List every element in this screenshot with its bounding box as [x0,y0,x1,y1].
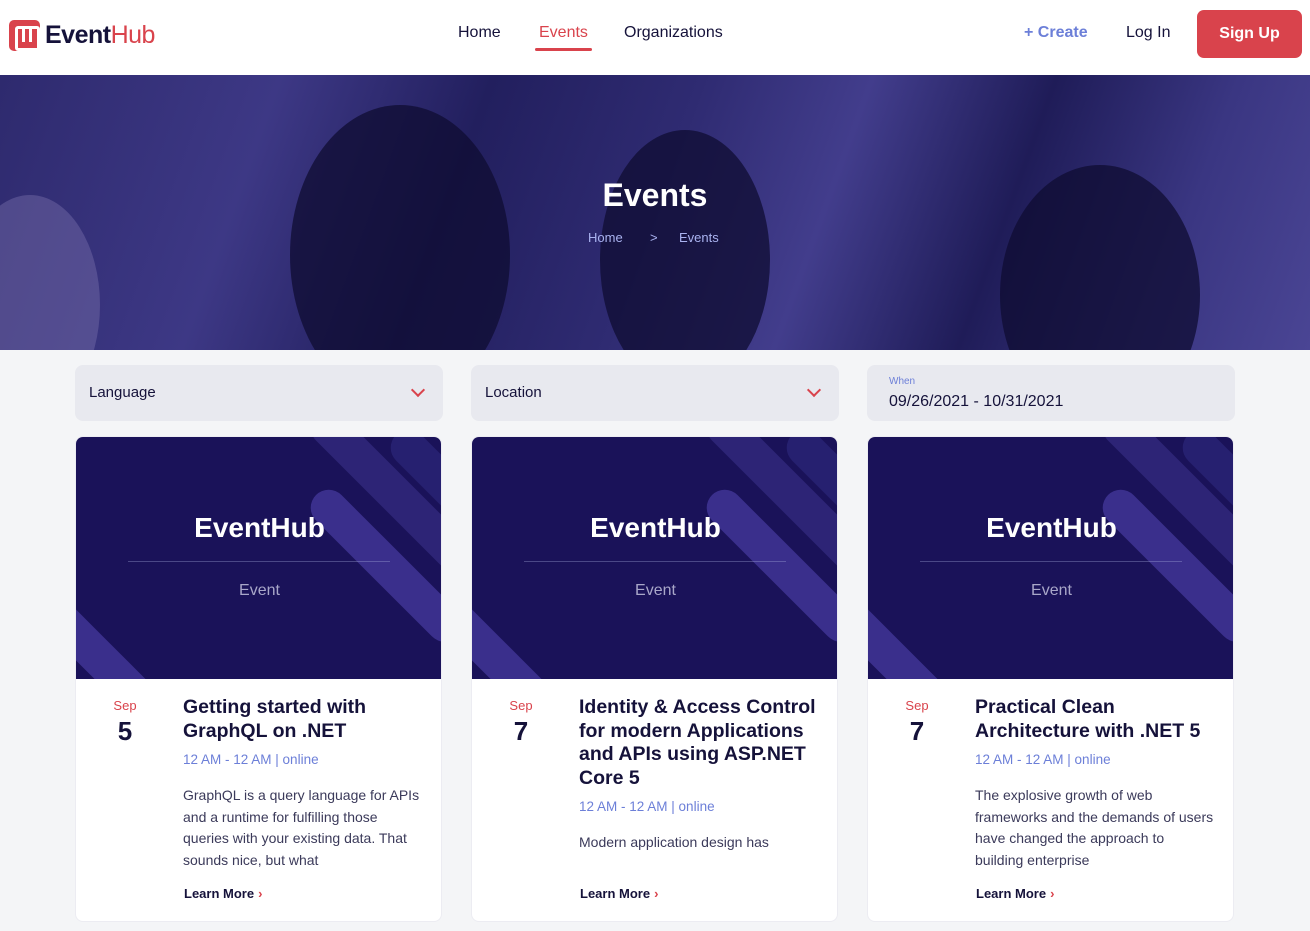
date-range-label: When [889,376,916,387]
logo-mark-icon [9,20,40,51]
date-range-picker[interactable]: When 09/26/2021 - 10/31/2021 [867,365,1235,421]
language-select[interactable]: Language [75,365,443,421]
event-banner-subtitle: Event [239,582,280,599]
event-time-location: 12 AM - 12 AM | online [975,752,1111,767]
breadcrumb-home[interactable]: Home [588,230,623,245]
event-day: 7 [513,716,529,746]
date-range-value: 09/26/2021 - 10/31/2021 [889,393,1064,410]
nav-home[interactable]: Home [458,24,501,42]
breadcrumb-current: Events [679,230,719,245]
divider [524,561,786,562]
event-month: Sep [905,698,929,713]
logo[interactable]: EventHub [9,20,155,51]
hero-silhouette [290,105,510,350]
event-banner-image: EventHub Event [472,437,837,679]
create-link[interactable]: + Create [1024,24,1088,42]
event-card[interactable]: EventHub Event Sep 7 Practical Clean Arc… [867,436,1234,922]
event-title[interactable]: Identity & Access Control for modern App… [579,696,824,790]
event-banner-title: EventHub [986,512,1117,543]
nav-events[interactable]: Events [535,24,592,51]
breadcrumb-separator: > [650,230,658,245]
page-title: Events [602,177,708,213]
event-title[interactable]: Practical Clean Architecture with .NET 5 [975,696,1220,743]
event-card[interactable]: EventHub Event Sep 5 Getting started wit… [75,436,442,922]
divider [920,561,1182,562]
divider [128,561,390,562]
logo-text: EventHub [45,21,155,49]
hero-banner: Events Home > Events [0,75,1310,350]
event-banner-subtitle: Event [1031,582,1072,599]
chevron-right-icon: › [654,886,659,901]
learn-more-link[interactable]: Learn More › [184,886,262,901]
event-banner-title: EventHub [194,512,325,543]
event-card[interactable]: EventHub Event Sep 7 Identity & Access C… [471,436,838,922]
hero-silhouette [0,195,100,350]
location-select-label: Location [485,384,542,401]
event-time-location: 12 AM - 12 AM | online [183,752,319,767]
chevron-right-icon: › [1050,886,1055,901]
event-title[interactable]: Getting started with GraphQL on .NET [183,696,428,743]
learn-more-link[interactable]: Learn More › [976,886,1054,901]
learn-more-link[interactable]: Learn More › [580,886,658,901]
nav-organizations[interactable]: Organizations [624,24,723,42]
event-banner-subtitle: Event [635,582,676,599]
top-navbar: EventHub Home Events Organizations + Cre… [0,0,1310,75]
chevron-down-icon [806,382,822,398]
event-month: Sep [509,698,533,713]
event-day: 5 [117,716,133,746]
signup-button[interactable]: Sign Up [1197,10,1302,58]
event-description: Modern application design has [579,834,769,850]
chevron-right-icon: › [258,886,263,901]
event-banner-title: EventHub [590,512,721,543]
location-select[interactable]: Location [471,365,839,421]
event-description: The explosive growth of web frameworks a… [975,787,1214,868]
language-select-label: Language [89,384,156,401]
event-time-location: 12 AM - 12 AM | online [579,799,715,814]
event-banner-image: EventHub Event [868,437,1233,679]
chevron-down-icon [410,382,426,398]
event-day: 7 [909,716,925,746]
login-link[interactable]: Log In [1126,24,1170,42]
event-month: Sep [113,698,137,713]
event-description: GraphQL is a query language for APIs and… [183,787,420,868]
event-banner-image: EventHub Event [76,437,441,679]
